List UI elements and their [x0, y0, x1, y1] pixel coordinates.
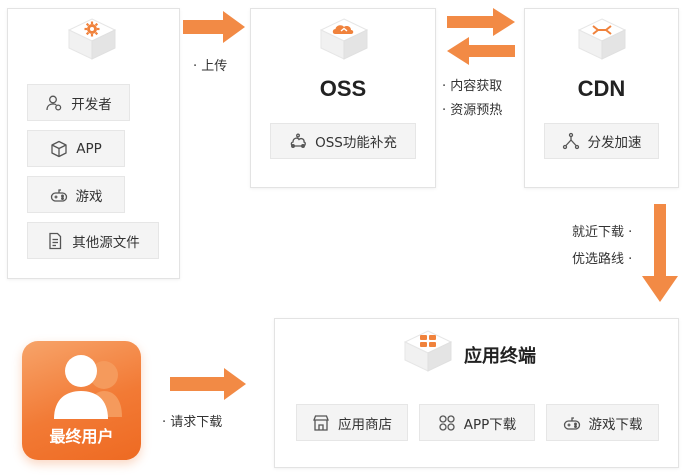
chip-developer-label: 开发者 — [71, 96, 112, 113]
chip-game-label: 游戏 — [75, 188, 103, 205]
chip-developer: 开发者 — [27, 84, 130, 121]
store-icon — [312, 414, 330, 432]
chip-app-download-label: APP下载 — [463, 416, 517, 433]
grid-cube-icon — [402, 328, 454, 374]
cloud-cube-icon — [318, 16, 370, 62]
chip-game-download-label: 游戏下载 — [588, 416, 643, 433]
cdn-title: CDN — [577, 76, 626, 101]
oss-title: OSS — [319, 76, 367, 101]
nearby-download-arrow — [640, 204, 680, 304]
cloud-icon — [289, 132, 307, 150]
network-cube-icon — [576, 16, 628, 62]
terminal-panel — [274, 318, 679, 468]
fetch-arrow-left — [445, 36, 515, 66]
nearby-label-2: 优选路线 · — [572, 252, 633, 267]
fetch-label-2: · 资源预热 — [442, 103, 503, 118]
upload-label: · 上传 — [193, 59, 228, 74]
end-user-label: 最终用户 — [49, 427, 114, 446]
end-user-tile: 最终用户 — [22, 341, 141, 460]
chip-game: 游戏 — [27, 176, 125, 213]
chip-cdn-accelerate-label: 分发加速 — [587, 135, 642, 151]
gamepad-icon — [563, 414, 581, 432]
terminal-title: 应用终端 — [464, 346, 536, 367]
file-icon — [46, 232, 64, 250]
fetch-arrow-right — [447, 7, 517, 37]
fetch-label-1: · 内容获取 — [442, 79, 503, 94]
chip-other-files: 其他源文件 — [27, 222, 159, 259]
chip-app-store-label: 应用商店 — [338, 416, 392, 433]
gamepad-icon — [50, 186, 68, 204]
grid-icon — [438, 414, 456, 432]
users-icon — [54, 355, 122, 419]
chip-app-label: APP — [76, 140, 102, 157]
gear-cube-icon — [66, 16, 118, 62]
chip-app-download: APP下载 — [419, 404, 535, 441]
upload-arrow — [183, 10, 247, 44]
network-icon — [562, 132, 580, 150]
nearby-label-1: 就近下载 · — [572, 225, 633, 240]
chip-app: APP — [27, 130, 125, 167]
chip-cdn-accelerate: 分发加速 — [544, 123, 659, 159]
chip-game-download: 游戏下载 — [546, 404, 659, 441]
chip-app-store: 应用商店 — [296, 404, 408, 441]
request-download-arrow — [170, 367, 248, 401]
cube-icon — [50, 140, 68, 158]
developer-icon — [45, 94, 63, 112]
chip-oss-feature: OSS功能补充 — [270, 123, 416, 159]
chip-oss-feature-label: OSS功能补充 — [315, 135, 397, 151]
chip-other-files-label: 其他源文件 — [72, 234, 140, 251]
request-label: · 请求下载 — [162, 415, 223, 430]
